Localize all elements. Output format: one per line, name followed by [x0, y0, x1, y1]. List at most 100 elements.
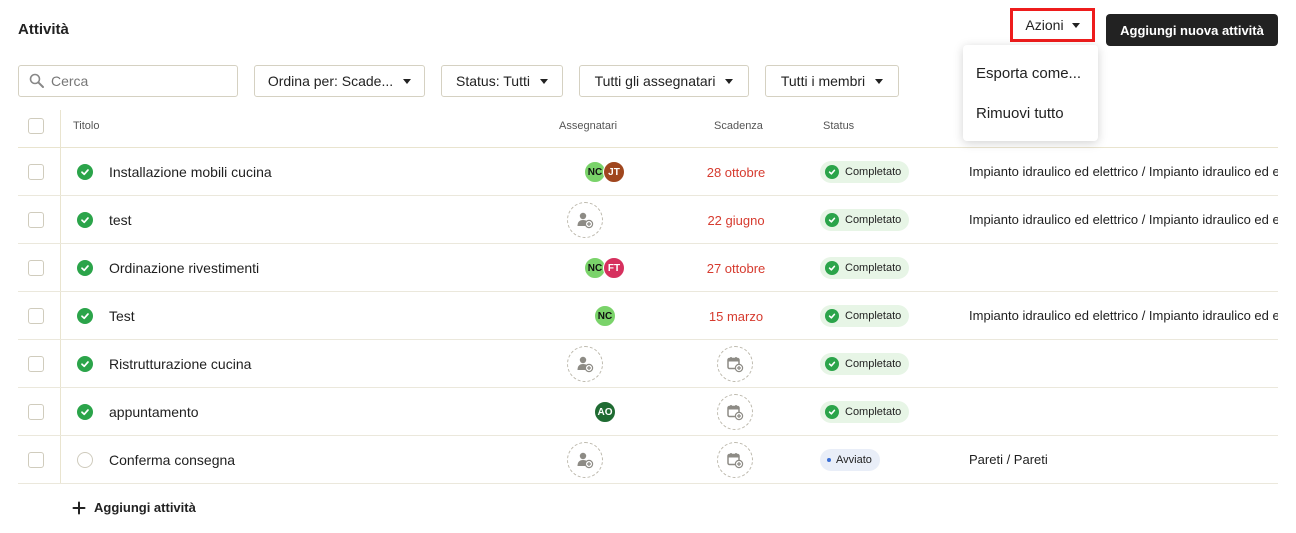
status-filter-dropdown[interactable]: Status: Tutti [441, 65, 563, 97]
add-task-label: Aggiungi attività [94, 500, 196, 515]
actions-label: Azioni [1025, 17, 1064, 33]
table-row[interactable]: Test NC 15 marzo Completato Impianto idr… [18, 292, 1278, 340]
chevron-down-icon [875, 78, 884, 84]
status-badge[interactable]: Completato [820, 257, 910, 279]
status-filter-label: Status: Tutti [456, 73, 530, 89]
project-link[interactable]: Impianto idraulico ed elettrico / Impian… [969, 212, 1278, 227]
project-link[interactable]: Pareti / Pareti [969, 452, 1278, 467]
row-checkbox[interactable] [28, 164, 44, 180]
project-link[interactable]: Impianto idraulico ed elettrico / Impian… [969, 308, 1278, 323]
members-filter-label: Tutti i membri [780, 73, 866, 89]
assignees-filter-dropdown[interactable]: Tutti gli assegnatari [579, 65, 749, 97]
avatar[interactable]: NC [594, 305, 616, 327]
task-title[interactable]: Test [109, 308, 135, 324]
row-checkbox[interactable] [28, 356, 44, 372]
assignees-group[interactable]: AO [586, 400, 630, 424]
task-title[interactable]: test [109, 212, 132, 228]
add-person-icon [577, 452, 594, 469]
project-link[interactable]: Impianto idraulico ed elettrico / Impian… [969, 164, 1278, 179]
members-filter-dropdown[interactable]: Tutti i membri [765, 65, 899, 97]
add-assignee-button[interactable] [567, 442, 603, 478]
status-badge[interactable]: Completato [820, 209, 910, 231]
row-checkbox[interactable] [28, 404, 44, 420]
table-row[interactable]: Ristrutturazione cucina Completato [18, 340, 1278, 388]
status-badge[interactable]: Completato [820, 161, 910, 183]
avatar[interactable]: JT [603, 161, 625, 183]
task-title[interactable]: Installazione mobili cucina [109, 164, 272, 180]
status-label: Avviato [836, 454, 872, 466]
menu-item-remove-all[interactable]: Rimuovi tutto [963, 95, 1098, 135]
incomplete-circle-icon[interactable] [77, 452, 93, 468]
check-icon [825, 309, 839, 323]
page-title: Attività [18, 21, 69, 38]
add-assignee-button[interactable] [567, 202, 603, 238]
add-task-button[interactable]: Aggiungi attività [72, 500, 196, 515]
completed-check-icon[interactable] [77, 260, 93, 276]
plus-icon [72, 501, 86, 514]
chevron-down-icon [539, 78, 548, 84]
due-date[interactable]: 27 ottobre [678, 261, 794, 276]
table-row[interactable]: appuntamento AO Completato [18, 388, 1278, 436]
check-icon [825, 405, 839, 419]
search-box[interactable] [18, 65, 238, 97]
calendar-add-icon [727, 357, 744, 373]
check-icon [825, 261, 839, 275]
check-icon [825, 213, 839, 227]
completed-check-icon[interactable] [77, 164, 93, 180]
status-label: Completato [845, 166, 902, 178]
status-label: Completato [845, 358, 902, 370]
search-input[interactable] [51, 73, 221, 89]
status-badge[interactable]: Completato [820, 401, 910, 423]
add-assignee-button[interactable] [567, 346, 603, 382]
column-assignees[interactable]: Assegnatari [559, 120, 617, 132]
status-badge[interactable]: Avviato [820, 449, 880, 471]
avatar[interactable]: AO [594, 401, 616, 423]
completed-check-icon[interactable] [77, 404, 93, 420]
due-date[interactable]: 15 marzo [678, 309, 794, 324]
table-row[interactable]: Installazione mobili cucina NC JT 28 ott… [18, 148, 1278, 196]
sort-label: Ordina per: Scade... [267, 73, 394, 89]
table-row[interactable]: Conferma consegna Avviato Pareti / Paret… [18, 436, 1278, 484]
avatar[interactable]: FT [603, 257, 625, 279]
add-due-date-button[interactable] [717, 346, 753, 382]
due-date[interactable]: 28 ottobre [678, 165, 794, 180]
completed-check-icon[interactable] [77, 356, 93, 372]
chevron-down-icon [1071, 22, 1080, 28]
row-checkbox[interactable] [28, 452, 44, 468]
completed-check-icon[interactable] [77, 308, 93, 324]
add-due-date-button[interactable] [717, 394, 753, 430]
due-date[interactable]: 22 giugno [678, 213, 794, 228]
row-checkbox[interactable] [28, 308, 44, 324]
completed-check-icon[interactable] [77, 212, 93, 228]
chevron-down-icon [403, 78, 412, 84]
task-title[interactable]: appuntamento [109, 404, 199, 420]
status-label: Completato [845, 262, 902, 274]
add-new-task-button[interactable]: Aggiungi nuova attività [1106, 14, 1278, 46]
row-checkbox[interactable] [28, 260, 44, 276]
task-title[interactable]: Ordinazione rivestimenti [109, 260, 259, 276]
actions-button[interactable]: Azioni [1010, 8, 1095, 42]
add-due-date-button[interactable] [717, 442, 753, 478]
task-title[interactable]: Ristrutturazione cucina [109, 356, 251, 372]
column-title[interactable]: Titolo [73, 120, 100, 132]
status-badge[interactable]: Completato [820, 353, 910, 375]
assignees-group[interactable]: NC [586, 304, 630, 328]
menu-item-export[interactable]: Esporta come... [963, 55, 1098, 95]
sort-dropdown[interactable]: Ordina per: Scade... [254, 65, 425, 97]
add-person-icon [577, 212, 594, 229]
select-all-checkbox[interactable] [28, 118, 44, 134]
table-row[interactable]: test 22 giugno Completato Impianto idrau… [18, 196, 1278, 244]
check-icon [825, 165, 839, 179]
actions-dropdown-menu: Esporta come... Rimuovi tutto [963, 45, 1098, 141]
assignees-group[interactable]: NC JT [584, 160, 630, 184]
task-title[interactable]: Conferma consegna [109, 452, 235, 468]
search-icon [29, 73, 44, 88]
table-row[interactable]: Ordinazione rivestimenti NC FT 27 ottobr… [18, 244, 1278, 292]
assignees-group[interactable]: NC FT [584, 256, 630, 280]
column-due-date[interactable]: Scadenza [714, 120, 763, 132]
add-person-icon [577, 356, 594, 373]
assignees-filter-label: Tutti gli assegnatari [594, 73, 716, 89]
row-checkbox[interactable] [28, 212, 44, 228]
status-badge[interactable]: Completato [820, 305, 910, 327]
column-status[interactable]: Status [823, 120, 854, 132]
